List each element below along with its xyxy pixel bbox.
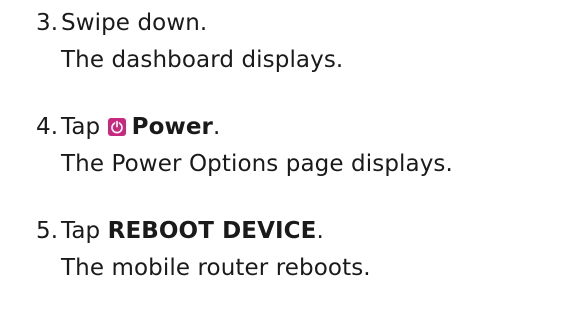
step-4-action: 4. Tap Power. <box>0 110 561 144</box>
instruction-steps: 3. Swipe down. The dashboard displays. 4.… <box>0 0 561 321</box>
step-action-text: Swipe down. <box>61 10 208 36</box>
step-5-action: 5. Tap REBOOT DEVICE. <box>0 214 561 248</box>
step-number: 4. <box>36 114 59 140</box>
step-4-result: The Power Options page displays. <box>61 151 453 177</box>
step-action-prefix: Tap <box>61 218 108 244</box>
reboot-device-label: REBOOT DEVICE <box>107 218 317 244</box>
step-4: 4. Tap Power. The Power Options page disp… <box>0 110 561 181</box>
power-icon <box>107 118 126 136</box>
step-action-text: Tap REBOOT DEVICE. <box>61 214 324 248</box>
step-action-suffix: . <box>213 114 221 140</box>
step-3: 3. Swipe down. The dashboard displays. <box>0 6 561 77</box>
step-3-action: 3. Swipe down. <box>0 6 561 40</box>
step-number: 3. <box>36 10 59 36</box>
step-number: 5. <box>36 218 59 244</box>
power-label: Power <box>131 114 214 140</box>
step-action-prefix: Tap <box>61 114 108 140</box>
step-action-text: Tap Power. <box>61 110 220 144</box>
step-5-result: The mobile router reboots. <box>61 255 371 281</box>
step-3-result: The dashboard displays. <box>61 47 344 73</box>
step-action-suffix: . <box>316 218 324 244</box>
step-5: 5. Tap REBOOT DEVICE. The mobile router r… <box>0 214 561 285</box>
